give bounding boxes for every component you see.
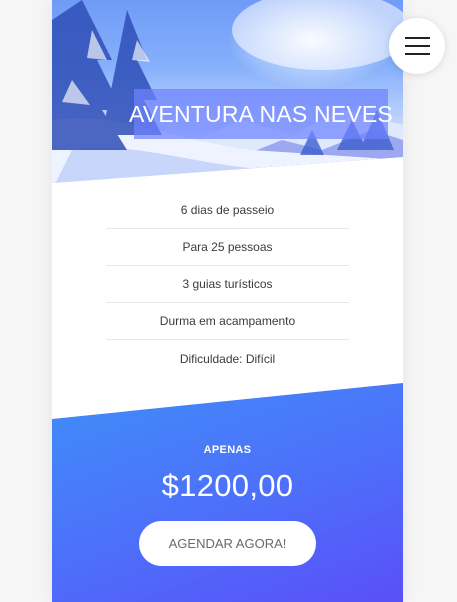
hero-image: AVENTURA NAS NEVES xyxy=(52,0,403,183)
feature-item: 6 dias de passeio xyxy=(106,192,349,229)
tour-card: AVENTURA NAS NEVES 6 dias de passeio Par… xyxy=(52,0,403,602)
price-value: $1200,00 xyxy=(161,468,294,503)
hamburger-menu-icon xyxy=(404,37,430,55)
feature-item: 3 guias turísticos xyxy=(106,266,349,303)
features-list: 6 dias de passeio Para 25 pessoas 3 guia… xyxy=(106,192,349,377)
menu-button[interactable] xyxy=(389,18,445,74)
book-now-button[interactable]: AGENDAR AGORA! xyxy=(139,521,316,566)
feature-item: Dificuldade: Difícil xyxy=(179,351,276,366)
feature-item: Para 25 pessoas xyxy=(106,229,349,266)
hero-title: AVENTURA NAS NEVES xyxy=(129,89,393,139)
price-section: APENAS $1200,00 AGENDAR AGORA! xyxy=(52,383,403,602)
price-label: APENAS xyxy=(203,444,252,456)
feature-item: Durma em acampamento xyxy=(106,303,349,340)
